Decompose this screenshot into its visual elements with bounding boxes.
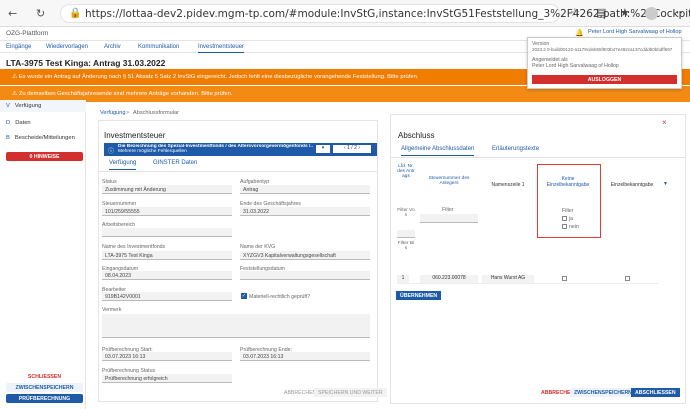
user-dropdown: Version 2023.2.0-build00122-a1179cdeb55f… — [527, 37, 682, 89]
vermerk-textarea[interactable] — [102, 314, 370, 338]
pb-ende-field: 03.07.2023 16:13 — [240, 352, 370, 361]
col-header-einzelbekanntgabe[interactable]: Einzelbekanntgabe — [606, 182, 658, 188]
filter-von-label: Filter Von — [397, 208, 415, 218]
sidebar-item-verfuegung[interactable]: V Verfügung — [0, 100, 86, 112]
back-icon[interactable]: ← — [8, 7, 17, 20]
highlight-box — [537, 164, 601, 238]
info-icon: ⓘ — [108, 149, 115, 155]
save-draft-button[interactable]: ZWISCHENSPEICHERN — [570, 388, 636, 397]
menu-investmentsteuer[interactable]: Investmentsteuer — [198, 44, 245, 53]
warning-icon: ⚠ — [12, 91, 19, 97]
reload-icon[interactable]: ↻ — [36, 7, 45, 20]
logout-button[interactable]: AUSLOGGEN — [532, 75, 677, 84]
close-button[interactable]: SCHLIESSEN — [6, 372, 83, 381]
profile-avatar[interactable] — [645, 7, 658, 20]
apply-button[interactable]: ÜBERNEHMEN — [396, 291, 442, 300]
table-row[interactable]: 1 060.223.00078 Hans Wurst AG — [397, 274, 659, 284]
tab-verfuegung[interactable]: Verfügung — [109, 160, 137, 170]
fonds-field: LTA-3975 Test Kinga — [102, 251, 232, 260]
einzelbekanntgabe-checkbox[interactable] — [625, 276, 630, 281]
bearbeiter-field: 919B142V0001 — [102, 292, 232, 301]
more-icon[interactable]: ⋯ — [672, 6, 683, 19]
filter-bis-label: Filter Bis — [397, 241, 415, 251]
save-continue-button[interactable]: SPEICHERN UND WEITER — [314, 388, 387, 397]
steuernummer-filter-input[interactable] — [420, 214, 478, 223]
close-icon[interactable]: × — [662, 118, 667, 127]
breadcrumb-link[interactable]: Verfügung — [100, 110, 126, 116]
materiell-checkbox[interactable]: ✓ — [241, 293, 247, 299]
filter-von-input[interactable] — [397, 230, 415, 238]
fonds-label: Name des Investmentfonds — [102, 244, 166, 250]
feststellung-field[interactable] — [240, 271, 370, 280]
menu-eingaenge[interactable]: Eingänge — [6, 44, 31, 50]
divider — [99, 171, 377, 172]
col-header-lfd-nr[interactable]: Lfd. Nr. des Antrags — [397, 164, 415, 202]
save-draft-button[interactable]: ZWISCHENSPEICHERN — [6, 383, 83, 392]
eingang-field: 08.04.2023 — [102, 271, 232, 280]
tab-ginster-daten[interactable]: GINSTER Daten — [153, 160, 197, 166]
menu-wiedervorlagen[interactable]: Wiedervorlagen — [46, 44, 88, 50]
breadcrumb-separator: > — [126, 110, 130, 116]
divider — [391, 157, 685, 158]
ende-field: 31.03.2022 — [240, 207, 370, 216]
page-title: LTA-3975 Test Kinga: Antrag 31.03.2022 — [6, 58, 166, 68]
tab-erlaeuterungstexte[interactable]: Erläuterungstexte — [492, 146, 539, 152]
finish-button[interactable]: ABSCHLIESSEN — [631, 388, 680, 397]
menu-archiv[interactable]: Archiv — [104, 44, 121, 50]
star-icon[interactable]: ☆ — [570, 6, 580, 19]
pb-status-field: Prüfberechnung erfolgreich — [102, 374, 232, 383]
col-header-namenszeile[interactable]: Namenszeile 1 — [482, 182, 534, 188]
filter-label: Filter — [442, 207, 454, 213]
col-header-steuernummer[interactable]: Steuernummer des Anlegers — [420, 176, 478, 186]
status-field: Zustimmung mit Änderung — [102, 185, 232, 194]
breadcrumb-current: Abschlussformular — [133, 110, 180, 116]
warning-icon: ⚠ — [12, 74, 19, 80]
kvg-label: Name der KVG — [240, 244, 276, 250]
version-value: 2023.2.0-build00122-a1179cdeb55f903b47e4… — [532, 47, 673, 52]
favorites-icon[interactable]: ★ — [620, 6, 630, 19]
checkbox-label: Materiell-rechtlich geprüft? — [249, 294, 311, 300]
sidebar-item-bescheide[interactable]: B Bescheide/Mitteilungen — [0, 132, 86, 144]
sidebar-item-daten[interactable]: D Daten — [0, 117, 86, 129]
lock-icon: 🔒 — [69, 8, 82, 19]
arbeitsbereich-field — [102, 228, 232, 237]
steuernummer-field: 101/259/55555 — [102, 207, 232, 216]
tab-allgemeine-abschlussdaten[interactable]: Allgemeine Abschlussdaten — [401, 146, 475, 156]
sort-icon[interactable]: ▼ — [663, 181, 668, 187]
menu-kommunikation[interactable]: Kommunikation — [138, 44, 179, 50]
collections-icon[interactable]: ▤ — [596, 6, 606, 19]
info-bar: ⓘ Die Bezeichnung des Spezial-Investment… — [104, 143, 377, 156]
logged-in-user: Peter Lord High Sarvalwaag of Hollop — [532, 63, 619, 69]
abschluss-heading: Abschluss — [398, 131, 435, 140]
check-calculation-button[interactable]: PRÜFBERECHNUNG — [6, 394, 83, 403]
panel-heading: Investmentsteuer — [104, 131, 166, 140]
sidebar: V Verfügung D Daten B Bescheide/Mitteilunge… — [0, 100, 86, 409]
keine-einzelbekanntgabe-checkbox[interactable] — [562, 276, 567, 281]
kvg-field: XYZGV3 Kapitalverwaltungsgesellschaft — [240, 251, 370, 260]
app-name: OZG-Plattform — [6, 30, 49, 37]
hints-button[interactable]: 0 HINWEISE — [6, 152, 83, 161]
bell-icon[interactable]: 🔔 — [575, 29, 584, 37]
user-menu-link[interactable]: Peter Lord High Sarvalwaag of Hollop — [588, 29, 682, 35]
address-bar[interactable]: 🔒 https://lottaa-dev2.pidev.mgm-tp.com/#… — [60, 4, 690, 23]
aufgabentyp-field: Antrag — [240, 185, 370, 194]
pager-select[interactable]: ▾ — [316, 145, 330, 153]
pager[interactable]: ‹ 1 / 2 › — [333, 145, 371, 153]
pb-start-field: 03.07.2023 16:13 — [102, 352, 232, 361]
vermerk-label: Vermerk — [102, 307, 122, 313]
browser-toolbar: ← ↻ 🔒 https://lottaa-dev2.pidev.mgm-tp.c… — [0, 0, 690, 27]
